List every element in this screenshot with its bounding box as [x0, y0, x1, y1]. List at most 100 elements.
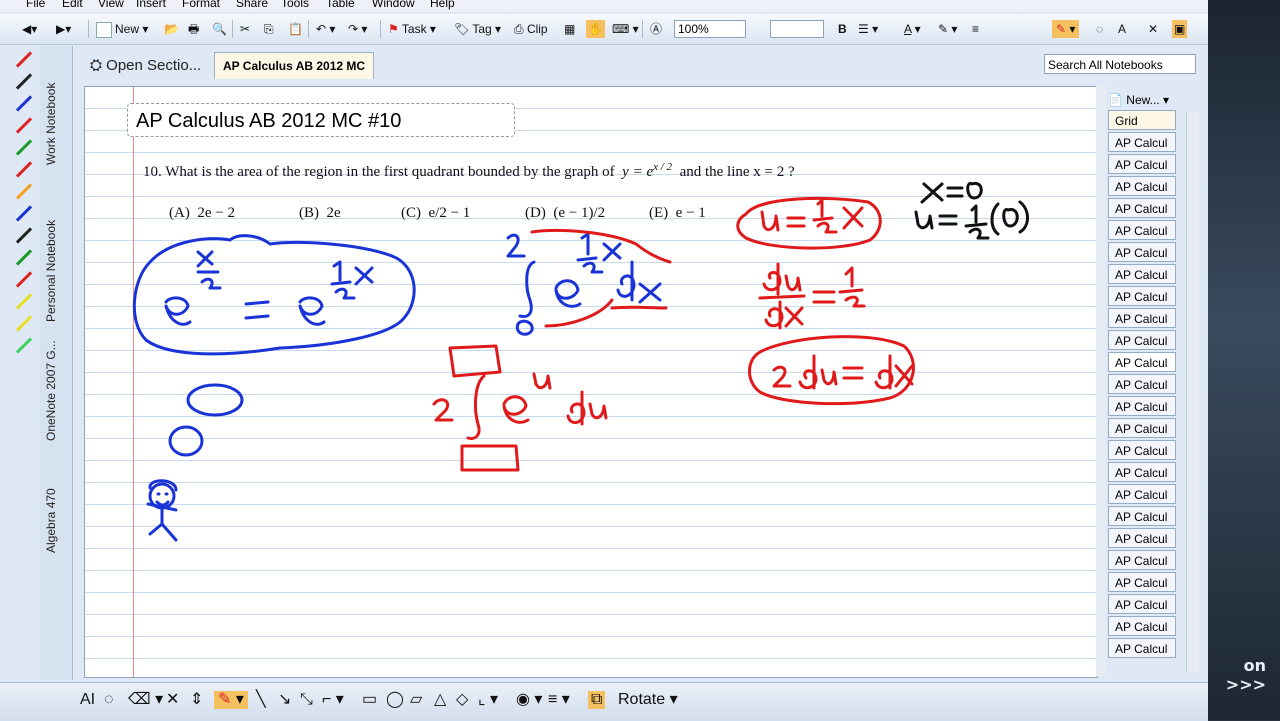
parallelogram-icon[interactable]: ▱ [410, 691, 422, 709]
pen-mode-icon[interactable]: ✋ [586, 20, 605, 38]
double-arrow-icon[interactable]: ⤡ [300, 691, 313, 709]
lasso-select-icon[interactable]: ◌ [104, 691, 114, 709]
rotate-button[interactable]: Rotate ▾ [618, 691, 678, 709]
page-tab-item[interactable]: AP Calcul [1108, 550, 1176, 570]
page-tab-item[interactable]: AP Calcul [1108, 616, 1176, 636]
panel-icon[interactable]: ▣ [1172, 20, 1188, 38]
axes-icon[interactable]: ⌐ ▾ [322, 691, 344, 709]
lasso-icon[interactable]: ◌ [1096, 20, 1103, 38]
notebook-onenote-guide[interactable]: OneNote 2007 G... [44, 336, 68, 446]
table-icon[interactable]: ▦ [564, 20, 575, 38]
pen-tool-icon[interactable]: ✎ ▾ [214, 691, 248, 709]
note-page[interactable]: AP Calculus AB 2012 MC #10 10. What is t… [84, 86, 1098, 678]
audio-icon[interactable]: ⌨ ▾ [612, 20, 639, 38]
insert-space-icon[interactable]: ⇕ [190, 691, 203, 709]
cut-icon[interactable]: ✂ [240, 20, 250, 38]
page-tab-item[interactable]: AP Calcul [1108, 198, 1176, 218]
page-tab-item[interactable]: AP Calcul [1108, 440, 1176, 460]
graph-icon[interactable]: ⌞ ▾ [478, 691, 498, 709]
line-icon[interactable]: ╲ [256, 691, 266, 709]
delete-icon[interactable]: ✕ [166, 691, 179, 709]
menu-tools[interactable]: Tools [281, 0, 309, 9]
page-tab-item[interactable]: AP Calcul [1108, 396, 1176, 416]
page-tab-item[interactable]: AP Calcul [1108, 352, 1176, 372]
close-x-icon[interactable]: ✕ [1148, 20, 1158, 38]
page-tab-item[interactable]: AP Calcul [1108, 220, 1176, 240]
arrow-icon[interactable]: ↘ [278, 691, 291, 709]
align-icon[interactable]: ≡ [972, 20, 979, 38]
page-scrollbar[interactable] [1096, 86, 1106, 676]
page-tab-item[interactable]: AP Calcul [1108, 286, 1176, 306]
back-icon[interactable]: ◀▾ [22, 20, 37, 38]
zoom-select[interactable]: 100% [674, 20, 746, 38]
eraser-text-icon[interactable]: A [1118, 20, 1126, 38]
font-color-icon[interactable]: A ▾ [904, 20, 921, 38]
menu-view[interactable]: View [98, 0, 124, 9]
page-tab-item[interactable]: AP Calcul [1108, 132, 1176, 152]
page-tab-item[interactable]: AP Calcul [1108, 242, 1176, 262]
print-icon[interactable]: 🖶 [188, 20, 199, 38]
page-tab-grid[interactable]: Grid [1108, 110, 1176, 130]
pen-color-icon[interactable]: ✎ ▾ [1052, 20, 1080, 38]
open-icon[interactable]: 📂 [164, 20, 179, 38]
choice-c: (C) e/2 − 1 [401, 205, 471, 221]
menu-window[interactable]: Window [372, 0, 415, 9]
diamond-icon[interactable]: ◇ [456, 691, 468, 709]
page-tab-item[interactable]: AP Calcul [1108, 506, 1176, 526]
new-button[interactable]: New ▾ [96, 20, 148, 38]
page-tab-item[interactable]: AP Calcul [1108, 264, 1176, 284]
page-tab-item[interactable]: AP Calcul [1108, 484, 1176, 504]
forward-icon[interactable]: ▶▾ [56, 20, 71, 38]
undo-icon[interactable]: ↶ ▾ [316, 20, 335, 38]
rectangle-icon[interactable]: ▭ [362, 691, 377, 709]
menu-help[interactable]: Help [430, 0, 455, 9]
page-tab-item[interactable]: AP Calcul [1108, 374, 1176, 394]
notebook-algebra[interactable]: Algebra 470 [44, 476, 68, 566]
search-input[interactable]: Search All Notebooks [1044, 54, 1196, 74]
highlight-icon[interactable]: ✎ ▾ [938, 20, 957, 38]
notebook-personal[interactable]: Personal Notebook [44, 196, 68, 346]
page-tab-item[interactable]: AP Calcul [1108, 638, 1176, 658]
select-objects-icon[interactable]: ⧉ [588, 691, 606, 709]
bold-button[interactable]: B [838, 20, 847, 38]
notebook-navigation: Work Notebook Personal Notebook OneNote … [40, 46, 73, 680]
thickness-icon[interactable]: ≡ ▾ [548, 691, 570, 709]
color-icon[interactable]: ◉ ▾ [516, 691, 542, 709]
page-tab-item[interactable]: AP Calcul [1108, 154, 1176, 174]
open-sections-tab[interactable]: ⛭ Open Sectio... [82, 54, 209, 78]
ellipse-icon[interactable]: ◯ [386, 691, 404, 709]
tag-button[interactable]: 🏷 Tag ▾ [454, 20, 501, 38]
menu-format[interactable]: Format [182, 0, 220, 9]
text-mode-icon[interactable]: AI [80, 691, 95, 709]
page-tab-item[interactable]: AP Calcul [1108, 330, 1176, 350]
copy-icon[interactable]: ⎘ [264, 20, 274, 38]
font-size-select[interactable] [770, 20, 824, 38]
notebook-work[interactable]: Work Notebook [44, 70, 68, 178]
page-tab-item[interactable]: AP Calcul [1108, 418, 1176, 438]
clip-button[interactable]: ⎙ Clip [514, 20, 548, 38]
bullets-icon[interactable]: ☰ ▾ [858, 20, 878, 38]
menu-insert[interactable]: Insert [136, 0, 166, 9]
page-margin-line [133, 87, 134, 677]
paste-icon[interactable]: 📋 [288, 20, 303, 38]
redo-icon[interactable]: ↷ ▾ [348, 20, 367, 38]
page-tabs-scrollbar[interactable] [1186, 112, 1199, 672]
help-circle-icon[interactable]: Ⓐ [650, 20, 662, 38]
eraser-icon[interactable]: ⌫ ▾ [128, 691, 163, 709]
triangle-icon[interactable]: △ [434, 691, 446, 709]
page-title[interactable]: AP Calculus AB 2012 MC #10 [127, 103, 515, 137]
new-page-button[interactable]: 📄 New... ▾ [1108, 90, 1178, 110]
page-tab-item[interactable]: AP Calcul [1108, 308, 1176, 328]
page-tab-item[interactable]: AP Calcul [1108, 176, 1176, 196]
menu-table[interactable]: Table [326, 0, 355, 9]
menu-share[interactable]: Share [236, 0, 268, 9]
page-tab-item[interactable]: AP Calcul [1108, 594, 1176, 614]
page-tab-item[interactable]: AP Calcul [1108, 462, 1176, 482]
menu-file[interactable]: File [26, 0, 45, 9]
page-tab-item[interactable]: AP Calcul [1108, 572, 1176, 592]
menu-edit[interactable]: Edit [62, 0, 83, 9]
task-button[interactable]: ⚑ Task ▾ [388, 20, 436, 38]
tab-active-section[interactable]: AP Calculus AB 2012 MC [214, 52, 375, 79]
print-preview-icon[interactable]: 🔍 [212, 20, 227, 38]
page-tab-item[interactable]: AP Calcul [1108, 528, 1176, 548]
